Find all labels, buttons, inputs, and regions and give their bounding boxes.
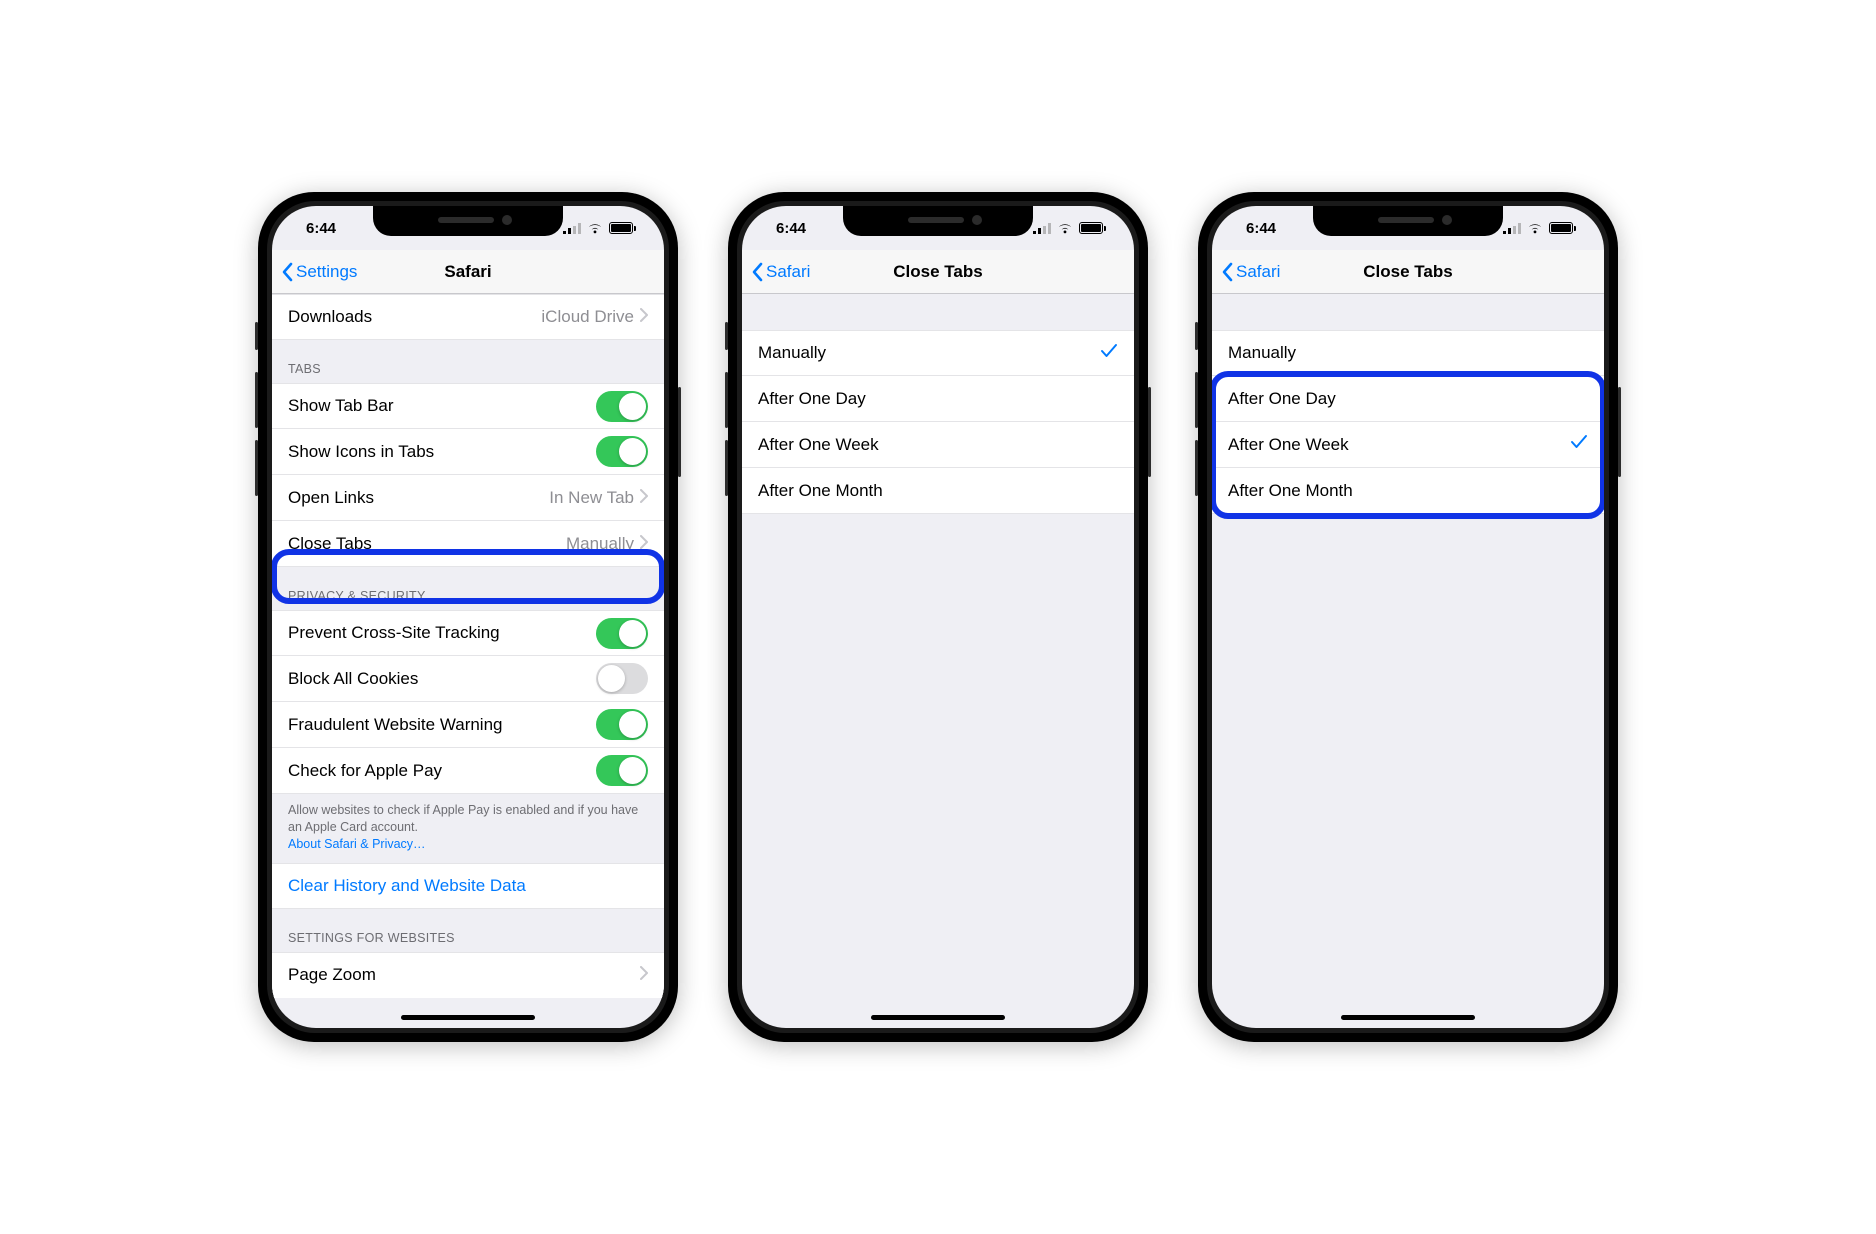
wifi-icon <box>1527 222 1543 234</box>
cellular-signal-icon <box>563 223 581 234</box>
chevron-left-icon <box>752 262 764 282</box>
option-manually[interactable]: Manually <box>1212 330 1604 376</box>
notch <box>843 206 1033 236</box>
section-header-tabs: TABS <box>272 340 664 383</box>
battery-icon <box>1079 222 1106 234</box>
chevron-right-icon <box>640 488 648 508</box>
option-label: After One Month <box>1228 481 1353 501</box>
chevron-right-icon <box>640 307 648 327</box>
checkmark-icon <box>1100 343 1118 364</box>
back-label: Safari <box>766 262 810 282</box>
cellular-signal-icon <box>1503 223 1521 234</box>
option-label: After One Month <box>758 481 883 501</box>
nav-bar: Safari Close Tabs <box>742 250 1134 294</box>
row-clear-history[interactable]: Clear History and Website Data <box>272 863 664 909</box>
option-one-month[interactable]: After One Month <box>742 468 1134 514</box>
row-fraud-warning[interactable]: Fraudulent Website Warning <box>272 702 664 748</box>
phone-frame-2: 6:44 Safari Close Tabs Manually After <box>728 192 1148 1042</box>
phone-frame-1: 6:44 Settings Safari Downloads iCloud Dr… <box>258 192 678 1042</box>
privacy-link[interactable]: About Safari & Privacy… <box>288 837 426 851</box>
option-manually[interactable]: Manually <box>742 330 1134 376</box>
battery-icon <box>609 222 636 234</box>
row-label: Show Tab Bar <box>288 396 394 416</box>
row-show-tab-bar[interactable]: Show Tab Bar <box>272 383 664 429</box>
home-indicator[interactable] <box>871 1015 1005 1020</box>
row-label: Block All Cookies <box>288 669 418 689</box>
nav-bar: Safari Close Tabs <box>1212 250 1604 294</box>
chevron-left-icon <box>282 262 294 282</box>
chevron-right-icon <box>640 965 648 985</box>
back-button[interactable]: Safari <box>752 262 810 282</box>
row-label: Downloads <box>288 307 372 327</box>
back-label: Settings <box>296 262 357 282</box>
section-footer-privacy: Allow websites to check if Apple Pay is … <box>272 794 664 863</box>
row-downloads[interactable]: Downloads iCloud Drive <box>272 294 664 340</box>
toggle-fraud-warning[interactable] <box>596 709 648 740</box>
back-label: Safari <box>1236 262 1280 282</box>
toggle-cross-site[interactable] <box>596 618 648 649</box>
notch <box>1313 206 1503 236</box>
row-value: Manually <box>566 534 634 554</box>
phone-frame-3: 6:44 Safari Close Tabs Manually After On… <box>1198 192 1618 1042</box>
row-label: Close Tabs <box>288 534 372 554</box>
battery-icon <box>1549 222 1576 234</box>
option-label: Manually <box>1228 343 1296 363</box>
chevron-right-icon <box>640 534 648 554</box>
row-show-icons[interactable]: Show Icons in Tabs <box>272 429 664 475</box>
row-open-links[interactable]: Open Links In New Tab <box>272 475 664 521</box>
row-label: Page Zoom <box>288 965 376 985</box>
row-label: Open Links <box>288 488 374 508</box>
option-label: After One Day <box>1228 389 1336 409</box>
row-close-tabs[interactable]: Close Tabs Manually <box>272 521 664 567</box>
option-label: After One Week <box>1228 435 1349 455</box>
option-one-month[interactable]: After One Month <box>1212 468 1604 514</box>
cellular-signal-icon <box>1033 223 1051 234</box>
option-one-week[interactable]: After One Week <box>1212 422 1604 468</box>
row-cross-site[interactable]: Prevent Cross-Site Tracking <box>272 610 664 656</box>
option-label: After One Day <box>758 389 866 409</box>
checkmark-icon <box>1570 434 1588 455</box>
row-value: In New Tab <box>549 488 634 508</box>
toggle-show-icons[interactable] <box>596 436 648 467</box>
option-label: After One Week <box>758 435 879 455</box>
status-time: 6:44 <box>1246 220 1276 237</box>
nav-bar: Settings Safari <box>272 250 664 294</box>
section-header-websites: SETTINGS FOR WEBSITES <box>272 909 664 952</box>
status-time: 6:44 <box>776 220 806 237</box>
row-label: Clear History and Website Data <box>288 876 526 896</box>
wifi-icon <box>587 222 603 234</box>
option-one-day[interactable]: After One Day <box>1212 376 1604 422</box>
row-label: Check for Apple Pay <box>288 761 442 781</box>
status-time: 6:44 <box>306 220 336 237</box>
row-apple-pay[interactable]: Check for Apple Pay <box>272 748 664 794</box>
back-button[interactable]: Safari <box>1222 262 1280 282</box>
row-page-zoom[interactable]: Page Zoom <box>272 952 664 998</box>
home-indicator[interactable] <box>401 1015 535 1020</box>
wifi-icon <box>1057 222 1073 234</box>
toggle-apple-pay[interactable] <box>596 755 648 786</box>
toggle-block-cookies[interactable] <box>596 663 648 694</box>
section-header-privacy: PRIVACY & SECURITY <box>272 567 664 610</box>
row-value: iCloud Drive <box>541 307 634 327</box>
toggle-show-tab-bar[interactable] <box>596 391 648 422</box>
row-label: Prevent Cross-Site Tracking <box>288 623 500 643</box>
notch <box>373 206 563 236</box>
footer-text: Allow websites to check if Apple Pay is … <box>288 803 638 834</box>
home-indicator[interactable] <box>1341 1015 1475 1020</box>
option-label: Manually <box>758 343 826 363</box>
option-one-day[interactable]: After One Day <box>742 376 1134 422</box>
chevron-left-icon <box>1222 262 1234 282</box>
row-block-cookies[interactable]: Block All Cookies <box>272 656 664 702</box>
option-one-week[interactable]: After One Week <box>742 422 1134 468</box>
back-button[interactable]: Settings <box>282 262 357 282</box>
row-label: Show Icons in Tabs <box>288 442 434 462</box>
row-label: Fraudulent Website Warning <box>288 715 503 735</box>
